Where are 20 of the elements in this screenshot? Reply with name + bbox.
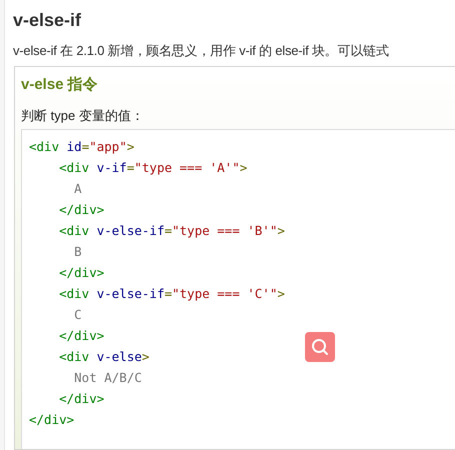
code-line: <div v-else> bbox=[59, 348, 150, 366]
code-line: A bbox=[74, 180, 82, 198]
code-line: </div> bbox=[59, 390, 104, 408]
search-icon bbox=[310, 337, 330, 357]
search-button[interactable] bbox=[305, 332, 335, 362]
code-line: Not A/B/C bbox=[74, 369, 142, 388]
code-line: </div> bbox=[29, 411, 74, 430]
code-line: C bbox=[74, 306, 82, 324]
code-line: <div v-else-if="type === 'C'"> bbox=[59, 285, 285, 304]
code-line: </div> bbox=[59, 264, 104, 282]
example-title: v-else 指令 bbox=[21, 74, 98, 95]
code-line: <div id="app"> bbox=[29, 138, 134, 156]
section-heading: v-else-if bbox=[13, 10, 82, 30]
intro-paragraph: v-else-if 在 2.1.0 新增，顾名思义，用作 v-if 的 else-if 块。可以链式 bbox=[13, 42, 389, 60]
code-line: B bbox=[74, 243, 82, 262]
example-caption: 判断 type 变量的值： bbox=[21, 107, 144, 126]
code-line: </div> bbox=[59, 201, 104, 220]
code-line: <div v-else-if="type === 'B'"> bbox=[59, 222, 285, 240]
code-line: <div v-if="type === 'A'"> bbox=[59, 159, 248, 178]
code-line: </div> bbox=[59, 327, 104, 346]
